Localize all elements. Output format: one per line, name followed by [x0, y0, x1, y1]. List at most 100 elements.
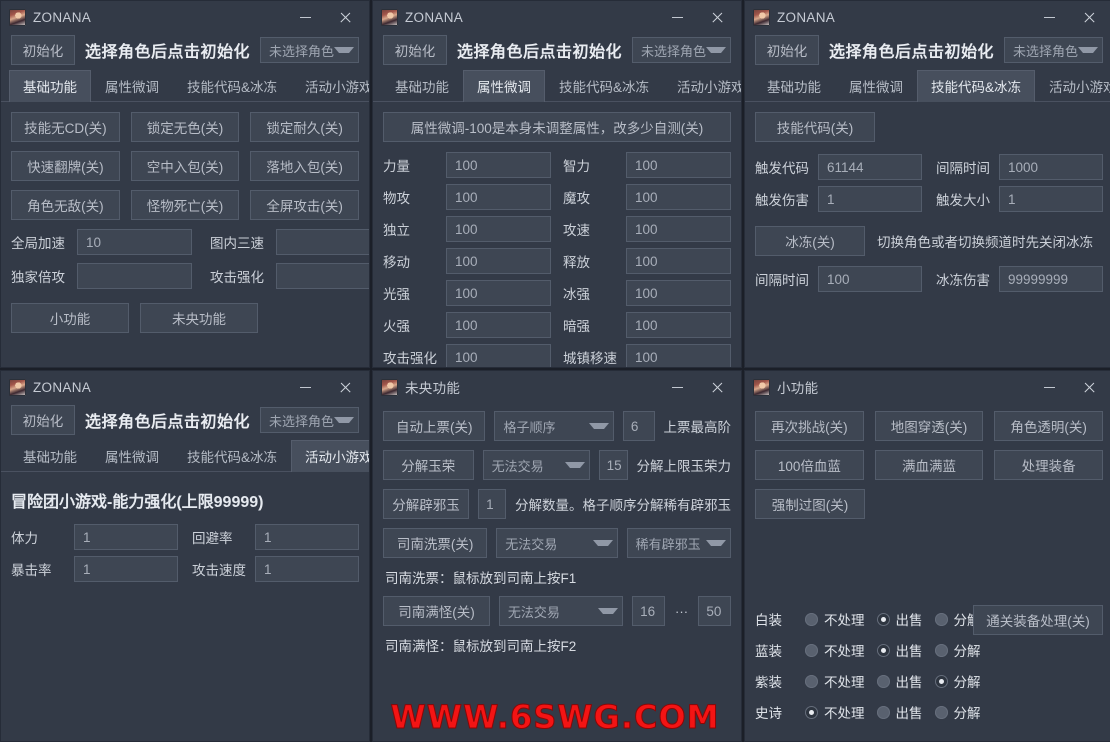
tab-attributes[interactable]: 属性微调 [463, 70, 545, 102]
minimize-button[interactable] [657, 372, 697, 402]
toggle-skill-nocd[interactable]: 技能无CD(关) [11, 112, 120, 142]
tab-basic[interactable]: 基础功能 [753, 70, 835, 102]
field-trigger-size-input[interactable]: 1 [999, 186, 1103, 212]
tab-basic[interactable]: 基础功能 [9, 70, 91, 102]
tab-minigame[interactable]: 活动小游戏 [1035, 70, 1110, 102]
toggle-compass-fullmonster[interactable]: 司南满怪(关) [383, 596, 490, 626]
select-compass-full-trade[interactable]: 无法交易 [498, 596, 624, 626]
toggle-freeze[interactable]: 冰冻(关) [755, 226, 865, 256]
toggle-fast-flip[interactable]: 快速翻牌(关) [11, 151, 120, 181]
minimize-button[interactable] [1029, 2, 1069, 32]
field-trigger-code-input[interactable]: 61144 [818, 154, 922, 180]
character-select[interactable]: 未选择角色 [259, 407, 359, 433]
attr-strength-input[interactable]: 100 [446, 152, 551, 178]
select-jade-trade[interactable]: 无法交易 [482, 450, 590, 480]
toggle-character-transparent[interactable]: 角色透明(关) [994, 411, 1104, 441]
button-full-hpmp[interactable]: 满血满蓝 [874, 450, 984, 480]
minimize-button[interactable] [657, 2, 697, 32]
button-decompose-amulet[interactable]: 分解辟邪玉 [383, 489, 470, 519]
attr-intelligence-input[interactable]: 100 [626, 152, 731, 178]
radio-purple-decompose[interactable]: 分解 [934, 671, 981, 691]
radio-blue-ignore[interactable]: 不处理 [805, 640, 865, 660]
input-ticket-max-tier[interactable]: 6 [622, 411, 655, 441]
tab-minigame[interactable]: 活动小游戏 [291, 70, 369, 102]
character-select[interactable]: 未选择角色 [259, 37, 359, 63]
toggle-skill-code[interactable]: 技能代码(关) [755, 112, 875, 142]
tab-minigame[interactable]: 活动小游戏 [291, 440, 369, 472]
attr-attack-speed-input[interactable]: 100 [626, 216, 731, 242]
close-button[interactable] [697, 372, 737, 402]
attr-fire-input[interactable]: 100 [446, 312, 551, 338]
minimize-button[interactable] [1029, 372, 1069, 402]
field-interval-time-input[interactable]: 1000 [999, 154, 1103, 180]
radio-purple-ignore[interactable]: 不处理 [805, 671, 865, 691]
tab-attributes[interactable]: 属性微调 [91, 440, 173, 472]
open-weiyang-features-button[interactable]: 未央功能 [140, 303, 258, 333]
radio-blue-decompose[interactable]: 分解 [934, 640, 981, 660]
field-freeze-damage-input[interactable]: 99999999 [999, 266, 1103, 292]
select-compass-trade[interactable]: 无法交易 [496, 528, 618, 558]
character-select[interactable]: 未选择角色 [631, 37, 731, 63]
close-button[interactable] [1069, 372, 1109, 402]
attr-cast-speed-input[interactable]: 100 [626, 248, 731, 274]
button-process-gear[interactable]: 处理装备 [994, 450, 1104, 480]
tab-skillcode[interactable]: 技能代码&冰冻 [545, 70, 663, 102]
attr-independent-input[interactable]: 100 [446, 216, 551, 242]
input-compass-min[interactable]: 16 [632, 596, 665, 626]
radio-blue-sell[interactable]: 出售 [876, 640, 923, 660]
radio-white-sell[interactable]: 出售 [876, 609, 923, 629]
field-trigger-damage-input[interactable]: 1 [818, 186, 922, 212]
field-global-speed-input[interactable]: 10 [77, 229, 192, 255]
radio-epic-ignore[interactable]: 不处理 [805, 702, 865, 722]
input-decompose-count[interactable]: 1 [478, 489, 506, 519]
initialize-button[interactable]: 初始化 [11, 35, 75, 65]
tab-basic[interactable]: 基础功能 [381, 70, 463, 102]
toggle-compass-wash[interactable]: 司南洗票(关) [383, 528, 488, 558]
toggle-map-clip[interactable]: 地图穿透(关) [874, 411, 984, 441]
initialize-button[interactable]: 初始化 [11, 405, 75, 435]
field-evasion-input[interactable]: 1 [255, 524, 359, 550]
radio-purple-sell[interactable]: 出售 [876, 671, 923, 691]
select-rare-amulet[interactable]: 稀有辟邪玉 [626, 528, 731, 558]
toggle-air-pickup[interactable]: 空中入包(关) [130, 151, 240, 181]
toggle-monster-death[interactable]: 怪物死亡(关) [130, 190, 240, 220]
close-button[interactable] [697, 2, 737, 32]
open-small-features-button[interactable]: 小功能 [11, 303, 129, 333]
toggle-invincible[interactable]: 角色无敌(关) [11, 190, 120, 220]
field-attack-speed-game-input[interactable]: 1 [255, 556, 359, 582]
attr-move-speed-input[interactable]: 100 [446, 248, 551, 274]
toggle-auto-ticket[interactable]: 自动上票(关) [383, 411, 486, 441]
tab-attributes[interactable]: 属性微调 [835, 70, 917, 102]
tab-basic[interactable]: 基础功能 [9, 440, 91, 472]
select-grid-order[interactable]: 格子顺序 [494, 411, 614, 441]
field-freeze-interval-input[interactable]: 100 [818, 266, 922, 292]
close-button[interactable] [325, 372, 365, 402]
initialize-button[interactable]: 初始化 [383, 35, 447, 65]
attr-light-input[interactable]: 100 [446, 280, 551, 306]
field-map-trispeed-input[interactable] [276, 229, 369, 255]
button-decompose-jade[interactable]: 分解玉荣 [383, 450, 474, 480]
toggle-force-map-pass[interactable]: 强制过图(关) [755, 489, 865, 519]
radio-epic-sell[interactable]: 出售 [876, 702, 923, 722]
tab-attributes[interactable]: 属性微调 [91, 70, 173, 102]
close-button[interactable] [1069, 2, 1109, 32]
attr-attack-boost-input[interactable]: 100 [446, 344, 551, 367]
toggle-clear-gear-handling[interactable]: 通关装备处理(关) [973, 605, 1103, 635]
initialize-button[interactable]: 初始化 [755, 35, 819, 65]
minimize-button[interactable] [285, 372, 325, 402]
close-button[interactable] [325, 2, 365, 32]
tab-skillcode[interactable]: 技能代码&冰冻 [917, 70, 1036, 102]
radio-epic-decompose[interactable]: 分解 [934, 702, 981, 722]
character-select[interactable]: 未选择角色 [1003, 37, 1103, 63]
toggle-ground-pickup[interactable]: 落地入包(关) [250, 151, 360, 181]
attr-ice-input[interactable]: 100 [626, 280, 731, 306]
toggle-lock-colorless[interactable]: 锁定无色(关) [130, 112, 240, 142]
field-exclusive-multi-attack-input[interactable] [77, 263, 192, 289]
input-jade-limit[interactable]: 15 [598, 450, 628, 480]
minimize-button[interactable] [285, 2, 325, 32]
tab-minigame[interactable]: 活动小游戏 [663, 70, 741, 102]
toggle-fullscreen-attack[interactable]: 全屏攻击(关) [250, 190, 360, 220]
attr-magic-attack-input[interactable]: 100 [626, 184, 731, 210]
tab-skillcode[interactable]: 技能代码&冰冻 [173, 70, 291, 102]
field-crit-rate-input[interactable]: 1 [74, 556, 178, 582]
